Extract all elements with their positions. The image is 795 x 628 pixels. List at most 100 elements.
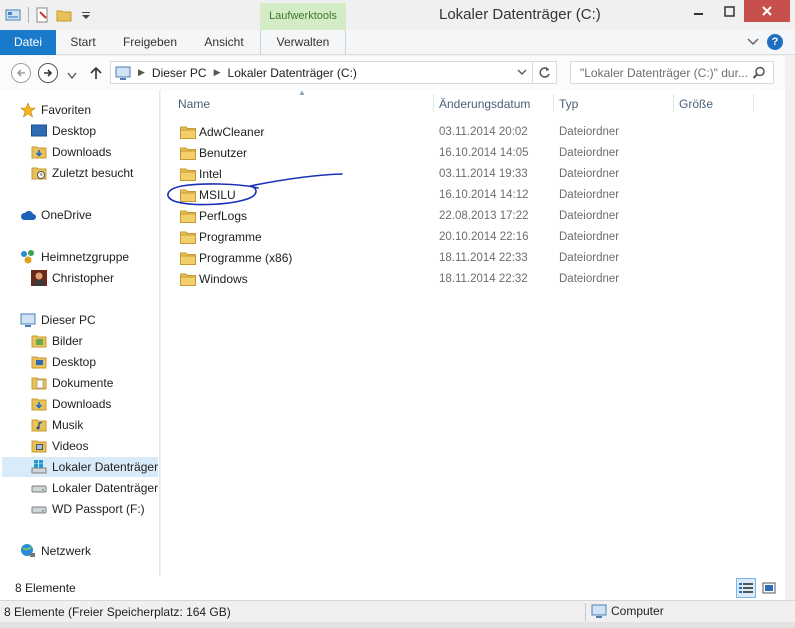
file-row[interactable]: Windows 18.11.2014 22:32 Dateiordner: [167, 269, 777, 290]
large-icons-view-button[interactable]: [759, 578, 779, 598]
nav-item-desktop-pc[interactable]: Desktop: [31, 352, 96, 372]
minimize-button[interactable]: [684, 0, 714, 22]
back-button[interactable]: [11, 63, 31, 83]
properties-icon[interactable]: [33, 6, 51, 24]
file-name: AdwCleaner: [199, 125, 265, 139]
quick-access-toolbar: [0, 4, 95, 26]
computer-icon: [20, 312, 36, 328]
pictures-folder-icon: [31, 333, 47, 349]
nav-item-downloads[interactable]: Downloads: [31, 142, 111, 162]
cloud-icon: [20, 207, 36, 223]
drive-app-icon[interactable]: [4, 6, 22, 24]
nav-item-videos[interactable]: Videos: [31, 436, 88, 456]
nav-item-documents[interactable]: Dokumente: [31, 373, 113, 393]
chevron-right-icon[interactable]: ▶: [214, 67, 221, 78]
column-header-name[interactable]: Name: [178, 94, 210, 114]
file-type: Dateiordner: [559, 168, 620, 180]
chevron-right-icon[interactable]: ▶: [138, 67, 145, 78]
file-name: MSILU: [199, 188, 236, 202]
file-row[interactable]: Benutzer 16.10.2014 14:05 Dateiordner: [167, 143, 777, 164]
nav-item-music[interactable]: Musik: [31, 415, 83, 435]
file-row[interactable]: Intel 03.11.2014 19:33 Dateiordner: [167, 164, 777, 185]
file-name: Programme (x86): [199, 251, 293, 265]
breadcrumb-local-disk[interactable]: Lokaler Datenträger (C:): [228, 66, 357, 80]
details-view-button[interactable]: [736, 578, 756, 598]
tab-share[interactable]: Freigeben: [118, 30, 182, 55]
nav-onedrive[interactable]: OneDrive: [20, 205, 92, 225]
expand-ribbon-icon[interactable]: [747, 35, 759, 49]
file-date: 03.11.2014 19:33: [439, 168, 528, 180]
file-date: 22.08.2013 17:22: [439, 210, 529, 222]
file-row[interactable]: MSILU 16.10.2014 14:12 Dateiordner: [167, 185, 777, 206]
nav-label: Lokaler Datenträger: [52, 481, 159, 495]
forward-button[interactable]: [38, 63, 58, 83]
network-icon: [20, 543, 36, 559]
column-divider[interactable]: [753, 94, 754, 112]
nav-label: Heimnetzgruppe: [41, 250, 130, 264]
breadcrumb-this-pc[interactable]: Dieser PC: [152, 66, 207, 80]
nav-label: OneDrive: [41, 208, 92, 222]
column-divider[interactable]: [553, 94, 554, 112]
desktop-icon: [31, 123, 47, 139]
toolbar-divider: [28, 7, 29, 23]
nav-this-pc[interactable]: Dieser PC: [20, 310, 96, 330]
nav-label: Musik: [52, 418, 84, 432]
hard-drive-icon: [31, 480, 47, 496]
address-bar[interactable]: ▶ Dieser PC ▶ Lokaler Datenträger (C:): [110, 61, 533, 84]
videos-folder-icon: [31, 438, 47, 454]
file-date: 03.11.2014 20:02: [439, 126, 528, 138]
nav-item-desktop[interactable]: Desktop: [31, 121, 96, 141]
nav-item-pictures[interactable]: Bilder: [31, 331, 83, 351]
nav-label: Dieser PC: [41, 313, 96, 327]
nav-homegroup[interactable]: Heimnetzgruppe: [20, 247, 129, 267]
nav-network[interactable]: Netzwerk: [20, 541, 91, 561]
file-name: PerfLogs: [199, 209, 248, 223]
file-row[interactable]: Programme (x86) 18.11.2014 22:33 Dateiordn…: [167, 248, 777, 269]
nav-item-downloads-pc[interactable]: Downloads: [31, 394, 111, 414]
new-folder-icon[interactable]: [55, 6, 73, 24]
column-divider[interactable]: [673, 94, 674, 112]
nav-item-recent[interactable]: Zuletzt besucht: [31, 163, 133, 183]
nav-label: Favoriten: [41, 103, 92, 117]
nav-favorites[interactable]: Favoriten: [20, 100, 91, 120]
folder-icon: [180, 230, 196, 247]
address-dropdown-icon[interactable]: [517, 69, 527, 76]
vertical-scrollbar[interactable]: [775, 90, 785, 576]
status-text: 8 Elemente (Freier Speicherplatz: 164 GB…: [4, 605, 231, 619]
title-bar: Laufwerktools Lokaler Datenträger (C:): [0, 0, 795, 30]
up-arrow-icon[interactable]: [89, 66, 103, 83]
nav-item-local-disk-c[interactable]: Lokaler Datenträger: [2, 457, 158, 477]
customize-toolbar-icon[interactable]: [77, 6, 95, 24]
avatar: [31, 270, 47, 286]
recent-places-icon: [31, 165, 47, 181]
item-count: 8 Elemente: [15, 581, 76, 595]
computer-icon: [591, 603, 607, 619]
star-icon: [20, 102, 36, 118]
tab-manage[interactable]: Verwalten: [260, 30, 346, 55]
column-header-type[interactable]: Typ: [559, 94, 578, 114]
column-header-date[interactable]: Änderungsdatum: [439, 94, 530, 114]
close-button[interactable]: [744, 0, 790, 22]
search-box[interactable]: [570, 61, 774, 84]
refresh-button[interactable]: [533, 61, 557, 84]
help-icon[interactable]: ?: [767, 34, 783, 50]
file-date: 18.11.2014 22:33: [439, 252, 528, 264]
nav-item-wd-passport[interactable]: WD Passport (F:): [31, 499, 145, 519]
column-divider[interactable]: [433, 94, 434, 112]
search-icon[interactable]: [752, 66, 766, 80]
file-row[interactable]: PerfLogs 22.08.2013 17:22 Dateiordner: [167, 206, 777, 227]
file-row[interactable]: AdwCleaner 03.11.2014 20:02 Dateiordner: [167, 122, 777, 143]
file-name: Benutzer: [199, 146, 248, 160]
maximize-button[interactable]: [714, 0, 744, 22]
search-input[interactable]: [580, 65, 750, 80]
recent-locations-icon[interactable]: [67, 69, 77, 83]
tab-file[interactable]: Datei: [0, 30, 56, 55]
column-header-size[interactable]: Größe: [679, 94, 713, 114]
nav-item-local-disk-2[interactable]: Lokaler Datenträger: [31, 478, 158, 498]
file-row[interactable]: Programme 20.10.2014 22:16 Dateiordner: [167, 227, 777, 248]
nav-item-christopher[interactable]: Christopher: [31, 268, 114, 288]
tab-start[interactable]: Start: [60, 30, 106, 55]
tab-view[interactable]: Ansicht: [196, 30, 252, 55]
nav-label: Videos: [52, 439, 89, 453]
status-location-label: Computer: [611, 604, 664, 618]
